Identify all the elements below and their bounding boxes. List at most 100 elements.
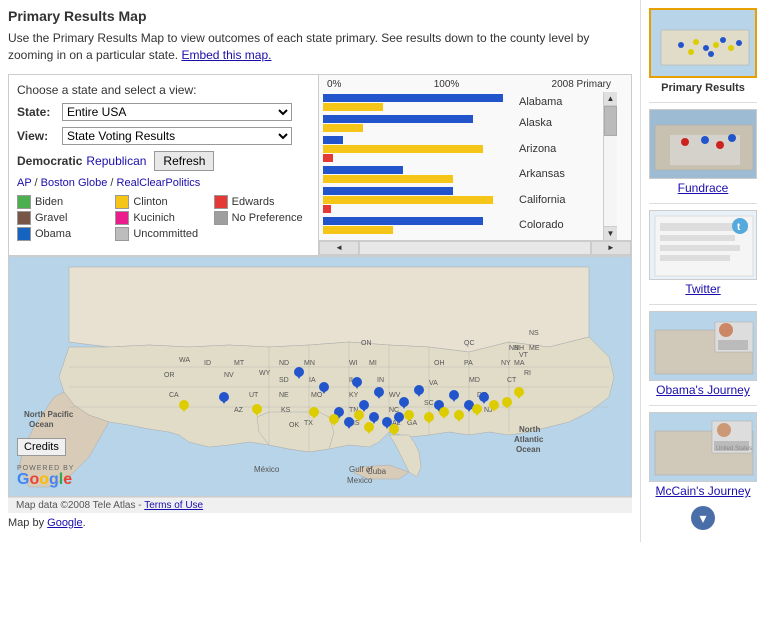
embed-link[interactable]: Embed this map. [181,48,271,62]
state-select[interactable]: Entire USAAlabamaAlaskaArizonaArkansasCa… [62,103,292,121]
svg-text:CA: CA [169,392,179,399]
primary-results-label: Primary Results [649,82,757,94]
scroll-down-button[interactable]: ▼ [604,226,617,240]
svg-text:MD: MD [469,377,480,384]
fundrace-image[interactable] [649,109,757,179]
svg-text:North Pacific: North Pacific [24,410,74,419]
bar-yellow [323,196,493,204]
legend-color [115,227,129,241]
bar-state-name: Alabama [519,96,562,108]
svg-text:KY: KY [349,392,359,399]
description: Use the Primary Results Map to view outc… [8,30,632,64]
bars-scroll[interactable]: AlabamaAlaskaArizonaArkansasCaliforniaCo… [319,92,617,240]
svg-text:ND: ND [279,360,289,367]
twitter-image[interactable]: t [649,210,757,280]
google-link[interactable]: Google [47,517,82,529]
source-realclearpolitics[interactable]: RealClearPolitics [117,177,201,189]
svg-text:WI: WI [349,360,358,367]
legend-item: Obama [17,227,113,241]
bars-area: 0% 100% 2008 Primary AlabamaAlaskaArizon… [319,75,631,255]
legend-label: Biden [35,196,63,208]
scale-left: 0% [327,79,341,90]
legend-item: No Preference [214,211,310,225]
credits-button[interactable]: Credits [17,438,66,456]
terms-of-use-link[interactable]: Terms of Use [144,500,203,511]
source-boston-globe[interactable]: Boston Globe [41,177,108,189]
svg-text:UT: UT [249,392,259,399]
svg-text:TX: TX [304,420,313,427]
scroll-thumb[interactable] [604,106,617,136]
bar-row: Colorado [323,217,613,234]
svg-text:VT: VT [519,352,529,359]
svg-text:OH: OH [434,360,445,367]
bar-red [323,205,331,213]
svg-text:IN: IN [377,377,384,384]
primary-results-thumb: Primary Results [649,8,757,94]
bar-state-name: Arizona [519,143,556,155]
powered-by-google: POWERED BY Google [17,465,74,488]
legend-item: Edwards [214,195,310,209]
scroll-left-button[interactable]: ◄ [319,241,359,255]
svg-text:NY: NY [501,360,511,367]
bar-state-name: Alaska [519,117,552,129]
year-label: 2008 Primary [552,79,611,90]
mccains-journey-image[interactable]: United States [649,412,757,482]
obamas-journey-thumb: Obama's Journey [649,311,757,397]
svg-text:México: México [254,465,280,474]
twitter-label[interactable]: Twitter [649,282,757,296]
bar-yellow [323,103,383,111]
bar-red [323,154,333,162]
legend-color [115,211,129,225]
mccains-journey-label[interactable]: McCain's Journey [649,484,757,498]
svg-text:MO: MO [311,392,323,399]
legend-label: Kucinich [133,212,175,224]
svg-text:NV: NV [224,372,234,379]
legend-item: Gravel [17,211,113,225]
bar-yellow [323,124,363,132]
map-area[interactable]: ← → ↓ + − [9,256,631,496]
bars-outer: AlabamaAlaskaArizonaArkansasCaliforniaCo… [319,92,617,240]
obamas-journey-image[interactable] [649,311,757,381]
legend-label: Clinton [133,196,167,208]
svg-text:ON: ON [361,340,372,347]
controls-map-container: Choose a state and select a view: State:… [8,74,632,497]
scroll-up-button[interactable]: ▲ [604,92,617,106]
vertical-scrollbar[interactable]: ▲ ▼ [603,92,617,240]
svg-text:ME: ME [529,345,540,352]
fundrace-label[interactable]: Fundrace [649,181,757,195]
svg-text:ID: ID [204,360,211,367]
legend-label: Uncommitted [133,228,198,240]
bar-row: Arizona [323,136,613,162]
bar-blue [323,187,453,195]
horizontal-scrollbar[interactable]: ◄ ► [319,240,631,255]
chevron-down-button[interactable]: ▾ [691,506,715,530]
bar-yellow [323,145,483,153]
refresh-button[interactable]: Refresh [154,151,214,171]
legend-label: Gravel [35,212,67,224]
primary-results-image[interactable] [649,8,757,78]
h-scroll-track [359,241,591,255]
svg-text:Atlantic: Atlantic [514,435,544,444]
svg-text:Cuba: Cuba [367,467,387,476]
bar-yellow [323,175,453,183]
view-select[interactable]: State Voting ResultsCounty Voting Result… [62,127,292,145]
dem-label: Democratic [17,154,82,168]
svg-text:SC: SC [424,400,434,407]
svg-text:AZ: AZ [234,407,244,414]
state-row: State: Entire USAAlabamaAlaskaArizonaArk… [17,103,310,121]
bar-yellow [323,226,393,234]
scroll-right-button[interactable]: ► [591,241,631,255]
svg-text:NE: NE [279,392,289,399]
svg-text:RI: RI [524,370,531,377]
svg-text:Mexico: Mexico [347,476,373,485]
divider-1 [649,102,757,103]
svg-text:VA: VA [429,380,438,387]
bar-row: Alabama [323,94,613,111]
bar-state-name: Colorado [519,219,564,231]
svg-text:WA: WA [179,357,190,364]
source-ap[interactable]: AP [17,177,31,189]
map-footer-text: Map data ©2008 Tele Atlas - [16,500,142,511]
svg-text:Ocean: Ocean [29,420,54,429]
rep-link[interactable]: Republican [86,154,146,168]
obamas-journey-label[interactable]: Obama's Journey [649,383,757,397]
